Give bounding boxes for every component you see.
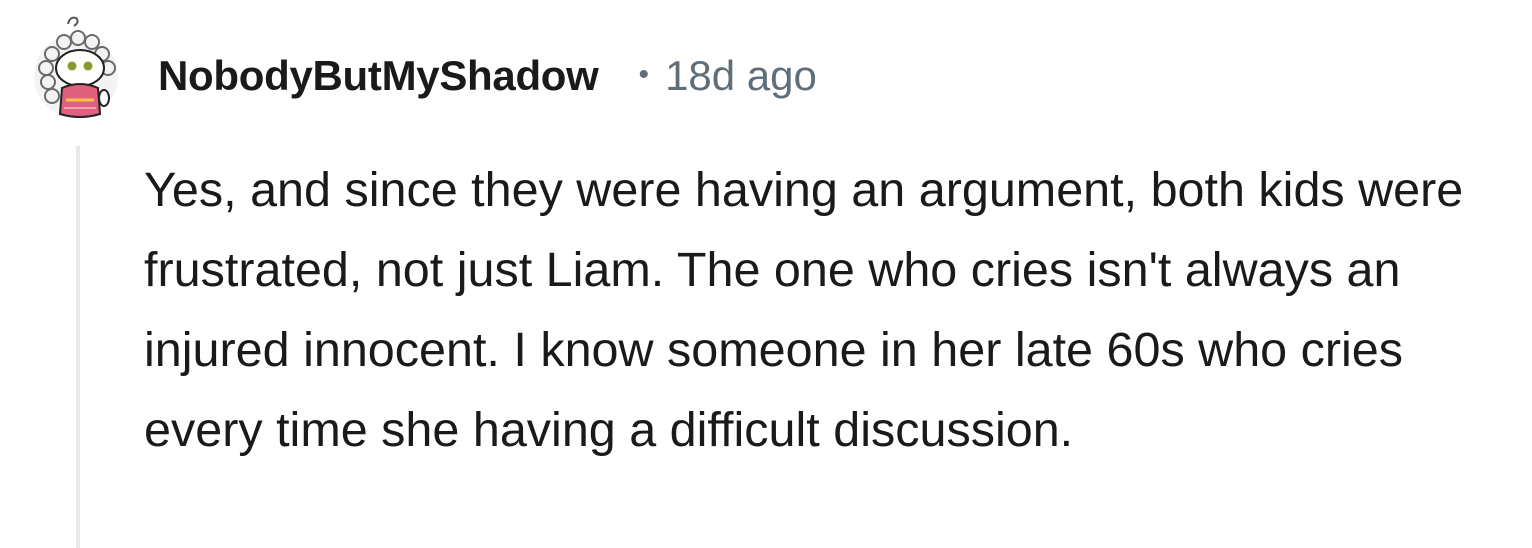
user-avatar-icon[interactable] <box>30 14 122 122</box>
thread-collapse-line[interactable] <box>76 146 80 548</box>
comment-body: Yes, and since they were having an argum… <box>144 163 1464 457</box>
comment: NobodyButMyShadow • 18d ago Yes, and sin… <box>0 0 1532 548</box>
timestamp[interactable]: 18d ago <box>665 52 817 100</box>
comment-header: NobodyButMyShadow • 18d ago <box>158 48 817 104</box>
username-link[interactable]: NobodyButMyShadow <box>158 52 599 100</box>
separator-dot: • <box>638 58 650 91</box>
